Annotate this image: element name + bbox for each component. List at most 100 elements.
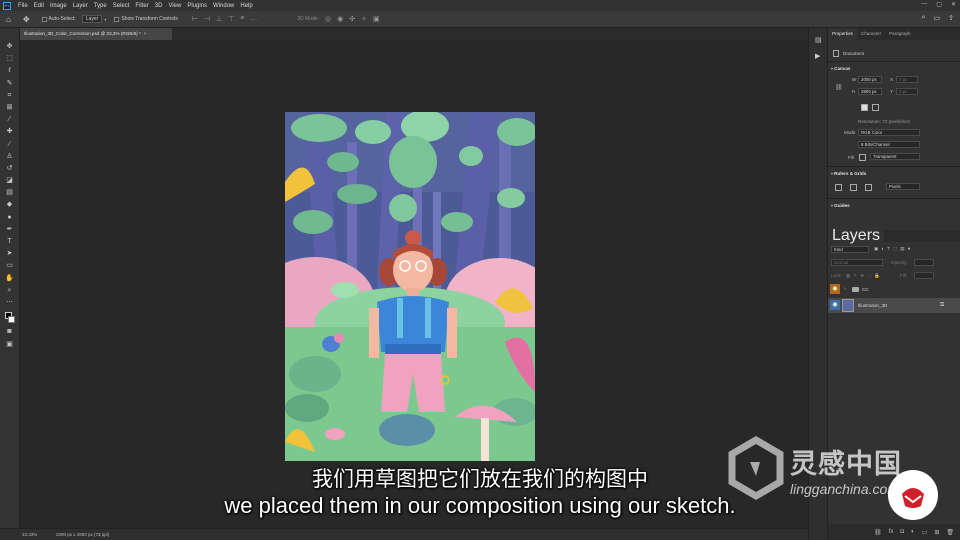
pen-tool-icon[interactable]: ✒ — [5, 225, 14, 234]
background-color[interactable] — [7, 316, 15, 324]
fill-dropdown[interactable]: Transparent — [870, 153, 920, 160]
maximize-button[interactable]: ▢ — [936, 1, 942, 8]
portrait-orientation-icon[interactable] — [861, 104, 868, 111]
path-select-tool-icon[interactable]: ➤ — [5, 249, 14, 258]
tab-layers[interactable]: Layers — [828, 228, 885, 244]
eye-icon[interactable]: ◉ — [830, 300, 840, 310]
layer-filter-kind[interactable]: Kind — [831, 246, 869, 253]
rulers-grids-section-header[interactable]: ▾ Rulers & Grids — [831, 171, 866, 176]
3d-roll-icon[interactable]: ◉ — [337, 15, 343, 23]
grid-icon[interactable] — [850, 184, 857, 191]
chevron-right-icon[interactable]: › — [99, 529, 101, 540]
dodge-tool-icon[interactable]: ● — [5, 213, 14, 222]
menu-file[interactable]: File — [15, 3, 31, 9]
chevron-right-icon[interactable]: › — [844, 282, 846, 297]
show-transform-checkbox[interactable] — [114, 16, 120, 22]
eye-icon[interactable]: ◉ — [830, 284, 840, 294]
menu-edit[interactable]: Edit — [31, 3, 47, 9]
tab-paragraph[interactable]: Paragraph — [885, 28, 914, 40]
3d-slide-icon[interactable]: ✧ — [361, 15, 367, 23]
home-icon[interactable]: ⌂ — [6, 15, 11, 24]
3d-rotate-icon[interactable]: ◎ — [325, 15, 331, 23]
crop-tool-icon[interactable]: ⌗ — [5, 91, 14, 100]
screen-mode-icon[interactable]: ▣ — [5, 340, 14, 349]
auto-select-dropdown[interactable]: Layer — [81, 15, 103, 23]
height-field[interactable]: 2800 px — [858, 88, 882, 95]
layer-filter-icons[interactable]: ▣◐T⬚▤● — [874, 246, 913, 252]
zoom-tool-icon[interactable]: ⌕ — [5, 286, 14, 295]
bit-depth-dropdown[interactable]: 8 Bits/Channel — [858, 141, 920, 148]
blend-mode-dropdown[interactable]: Normal — [831, 259, 883, 266]
hand-tool-icon[interactable]: ✋ — [5, 274, 14, 283]
brush-tool-icon[interactable]: ∕ — [5, 140, 14, 149]
distribute-icon[interactable]: ≡ — [240, 15, 244, 23]
blur-tool-icon[interactable]: ◆ — [5, 200, 14, 209]
document-tab[interactable]: Illustration_3D_Color_Correction.psd @ 3… — [20, 28, 172, 40]
move-tool-icon[interactable]: ✥ — [23, 15, 30, 24]
fill-swatch[interactable] — [859, 154, 866, 161]
link-icon[interactable]: ⛓ — [835, 84, 843, 91]
menu-image[interactable]: Image — [47, 3, 70, 9]
eraser-tool-icon[interactable]: ◪ — [5, 176, 14, 185]
quick-mask-icon[interactable]: ◙ — [5, 327, 14, 336]
menu-filter[interactable]: Filter — [132, 3, 151, 9]
menu-3d[interactable]: 3D — [152, 3, 166, 9]
quick-select-tool-icon[interactable]: ✎ — [5, 79, 14, 88]
share-icon[interactable]: ⇪ — [948, 14, 954, 22]
fill-field[interactable] — [914, 272, 934, 279]
layer-row[interactable]: ◉ › CC — [828, 282, 960, 297]
align-right-icon[interactable]: ⊥ — [216, 15, 222, 23]
lasso-tool-icon[interactable]: ℓ — [5, 66, 14, 75]
menu-select[interactable]: Select — [110, 3, 133, 9]
y-field[interactable]: 0 px — [896, 88, 918, 95]
align-left-icon[interactable]: ⊢ — [192, 15, 198, 23]
stamp-tool-icon[interactable]: ♙ — [5, 152, 14, 161]
tab-properties[interactable]: Properties — [828, 28, 857, 40]
more-options-icon[interactable]: … — [250, 15, 257, 23]
history-icon[interactable]: ▤ — [815, 36, 822, 44]
color-swatches[interactable] — [4, 312, 16, 324]
lock-icons[interactable]: ▦✎✥⬚🔒 — [846, 273, 883, 279]
history-brush-icon[interactable]: ↺ — [5, 164, 14, 173]
frame-tool-icon[interactable]: ⊠ — [5, 103, 14, 112]
menu-view[interactable]: View — [165, 3, 184, 9]
menu-type[interactable]: Type — [91, 3, 110, 9]
auto-select-checkbox[interactable] — [41, 16, 47, 22]
eyedropper-tool-icon[interactable]: ⁄ — [5, 115, 14, 124]
layer-row[interactable]: ◉ Illustration_3D ⧉ — [828, 298, 960, 313]
menu-window[interactable]: Window — [210, 3, 237, 9]
guides-section-header[interactable]: ▾ Guides — [831, 203, 850, 208]
width-field[interactable]: 2000 px — [858, 76, 882, 83]
align-center-icon[interactable]: ⊣ — [204, 15, 210, 23]
marquee-tool-icon[interactable]: ⬚ — [5, 54, 14, 63]
menu-help[interactable]: Help — [237, 3, 255, 9]
close-icon[interactable]: × — [144, 31, 147, 36]
edit-toolbar-icon[interactable]: ⋯ — [5, 298, 14, 307]
close-window-button[interactable]: ✕ — [951, 1, 956, 8]
align-top-icon[interactable]: ⊤ — [228, 15, 234, 23]
search-icon[interactable]: ⌕ — [922, 14, 926, 22]
shape-tool-icon[interactable]: ▭ — [5, 261, 14, 270]
type-tool-icon[interactable]: T — [5, 237, 14, 246]
tab-character[interactable]: Character — [857, 28, 885, 40]
menu-plugins[interactable]: Plugins — [184, 3, 210, 9]
healing-brush-icon[interactable]: ✚ — [5, 127, 14, 136]
zoom-level[interactable]: 33,33% — [22, 529, 37, 540]
canvas-area[interactable] — [20, 40, 808, 528]
move-tool-icon[interactable]: ✥ — [5, 42, 14, 51]
3d-pan-icon[interactable]: ✣ — [349, 15, 355, 23]
opacity-field[interactable] — [914, 259, 934, 266]
minimize-button[interactable]: — — [921, 1, 927, 8]
pixel-grid-icon[interactable] — [865, 184, 872, 191]
landscape-orientation-icon[interactable] — [872, 104, 879, 111]
document-canvas[interactable] — [285, 112, 535, 461]
actions-play-icon[interactable]: ▶ — [815, 52, 820, 60]
ruler-icon[interactable] — [835, 184, 842, 191]
gradient-tool-icon[interactable]: ▤ — [5, 188, 14, 197]
menu-layer[interactable]: Layer — [70, 3, 91, 9]
x-field[interactable]: 0 px — [896, 76, 918, 83]
3d-scale-icon[interactable]: ▣ — [373, 15, 380, 23]
mode-dropdown[interactable]: RGB Color — [858, 129, 920, 136]
workspace-icon[interactable]: ▭ — [934, 14, 941, 22]
canvas-section-header[interactable]: ▾ Canvas — [831, 66, 850, 71]
